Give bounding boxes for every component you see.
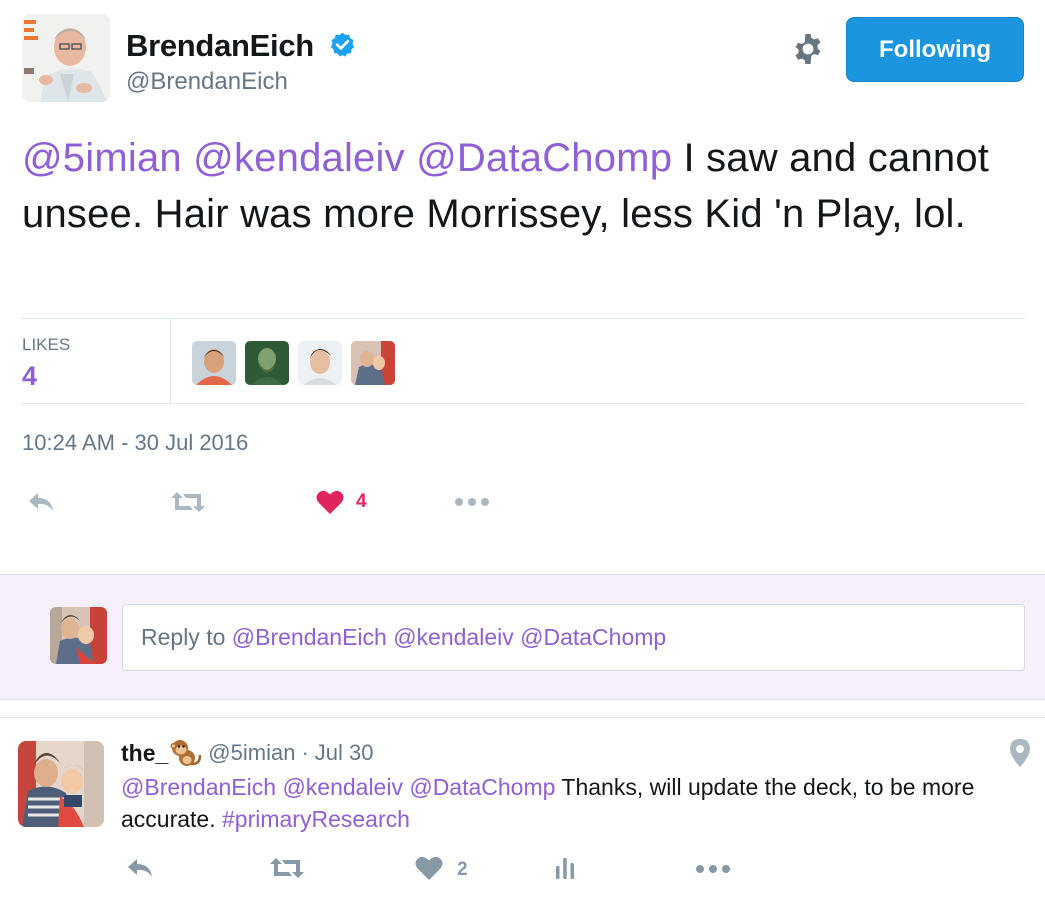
monkey-icon — [170, 738, 202, 768]
more-icon — [454, 497, 490, 507]
separator — [0, 700, 1045, 718]
reply-icon — [26, 490, 56, 514]
location-pin-icon[interactable] — [1008, 738, 1032, 768]
liker-avatar[interactable] — [351, 341, 395, 385]
reply-tweet-actions: 2 — [121, 852, 761, 888]
like-count: 4 — [356, 491, 367, 512]
tweet-text: @5imian @kendaleiv @DataChomp I saw and … — [22, 130, 1022, 242]
reply-input[interactable]: Reply to @BrendanEich @kendaleiv @DataCh… — [122, 604, 1025, 671]
retweet-icon — [170, 489, 206, 515]
user-avatar[interactable] — [50, 607, 107, 664]
author-handle[interactable]: @BrendanEich — [126, 68, 288, 96]
reply-author-name[interactable]: the_ — [121, 740, 168, 767]
liker-avatar[interactable] — [298, 341, 342, 385]
mention-link[interactable]: @kendaleiv — [193, 136, 405, 180]
tweet-stats: LIKES 4 — [22, 318, 1025, 404]
retweet-button[interactable] — [170, 480, 206, 524]
reply-author-handle[interactable]: @5imian — [208, 740, 295, 766]
reply-tweet-reply-button[interactable] — [125, 852, 155, 888]
reply-composer: Reply to @BrendanEich @kendaleiv @DataCh… — [0, 574, 1045, 700]
gear-icon[interactable] — [790, 31, 826, 67]
tweet-timestamp[interactable]: 10:24 AM - 30 Jul 2016 — [22, 430, 248, 456]
reply-mentions: @BrendanEich @kendaleiv @DataChomp — [231, 624, 667, 650]
author-name[interactable]: BrendanEich — [126, 28, 314, 64]
heart-icon — [316, 489, 344, 515]
reply-prefix: Reply to — [141, 624, 232, 650]
analytics-icon — [553, 856, 577, 885]
liker-avatars — [192, 341, 395, 385]
reply-button[interactable] — [26, 480, 56, 524]
reply-like-count: 2 — [457, 859, 468, 880]
reply-icon — [125, 856, 155, 885]
hashtag-link[interactable]: #primaryResearch — [222, 806, 410, 832]
heart-icon — [415, 855, 443, 886]
retweet-icon — [269, 855, 305, 886]
verified-badge-icon — [329, 31, 356, 58]
reply-tweet-more-button[interactable] — [695, 852, 731, 888]
following-button[interactable]: Following — [846, 17, 1024, 82]
reply-tweet-retweet-button[interactable] — [269, 852, 305, 888]
reply-author-avatar[interactable] — [18, 741, 104, 827]
tweet-actions: 4 — [22, 480, 622, 524]
mention-link[interactable]: @DataChomp — [416, 136, 672, 180]
likes-count[interactable]: 4 — [22, 361, 37, 392]
tweet-header: BrendanEich @BrendanEich Following — [0, 0, 1045, 110]
reply-tweet-header: the_ @5imian · Jul 30 — [121, 738, 373, 768]
likes-label[interactable]: LIKES — [22, 335, 70, 355]
like-button[interactable]: 4 — [316, 480, 367, 524]
reply-tweet[interactable]: the_ @5imian · Jul 30 @BrendanEich @kend… — [0, 718, 1045, 900]
analytics-button[interactable] — [553, 852, 577, 888]
liker-avatar[interactable] — [245, 341, 289, 385]
reply-tweet-like-button[interactable]: 2 — [415, 852, 468, 888]
more-button[interactable] — [454, 480, 490, 524]
liker-avatar[interactable] — [192, 341, 236, 385]
mention-link[interactable]: @5imian — [22, 136, 182, 180]
more-icon — [695, 861, 731, 879]
stats-divider — [170, 319, 171, 404]
reply-mentions-link[interactable]: @BrendanEich @kendaleiv @DataChomp — [121, 774, 555, 800]
reply-timestamp[interactable]: Jul 30 — [315, 740, 374, 766]
author-avatar[interactable] — [22, 14, 110, 102]
reply-tweet-text: @BrendanEich @kendaleiv @DataChomp Thank… — [121, 771, 1021, 835]
header-separator: · — [301, 740, 309, 765]
